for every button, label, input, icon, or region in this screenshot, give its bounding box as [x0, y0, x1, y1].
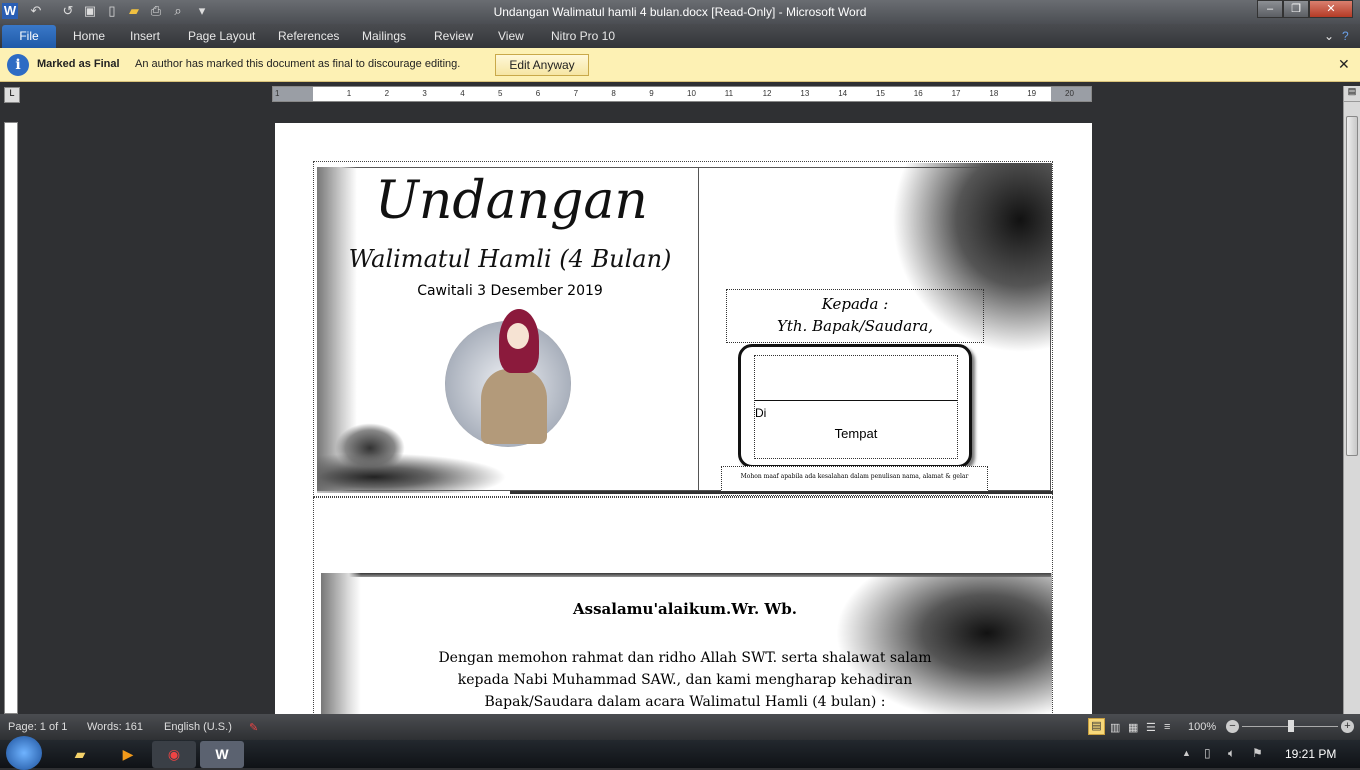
- view-ruler-icon[interactable]: ▤: [1344, 86, 1360, 102]
- ruler-number: 6: [535, 89, 541, 98]
- message-bar-text: An author has marked this document as fi…: [135, 58, 461, 70]
- ruler-number: 14: [838, 89, 848, 98]
- ruler-number: 13: [800, 89, 810, 98]
- language[interactable]: English (U.S.): [164, 721, 232, 733]
- window-title: Undangan Walimatul hamli 4 bulan.docx [R…: [493, 5, 867, 19]
- ruler-number: 18: [989, 89, 999, 98]
- ruler-number: 10: [687, 89, 696, 98]
- ribbon-expand-icon[interactable]: ⌄: [1324, 29, 1334, 43]
- tab-review[interactable]: Review: [434, 29, 473, 43]
- print-layout-icon[interactable]: ▤: [1088, 718, 1105, 735]
- explorer-icon[interactable]: ▰: [58, 741, 102, 768]
- tab-home[interactable]: Home: [73, 29, 105, 43]
- zoom-in-button[interactable]: +: [1341, 720, 1354, 733]
- to-name: Yth. Bapak/Saudara,: [776, 317, 934, 335]
- close-message-bar-icon[interactable]: ✕: [1338, 56, 1350, 73]
- volume-icon[interactable]: 🔈︎: [1228, 746, 1235, 761]
- ruler-number: 19: [1027, 89, 1037, 98]
- ruler-number: 20: [1065, 89, 1074, 98]
- ruler-number: 7: [573, 89, 579, 98]
- tab-references[interactable]: References: [278, 29, 339, 43]
- ruler-number: 1: [275, 89, 280, 98]
- maximize-button[interactable]: ❐: [1283, 0, 1309, 18]
- web-layout-icon[interactable]: ▦: [1128, 721, 1138, 734]
- zoom-out-button[interactable]: −: [1226, 720, 1239, 733]
- draft-icon[interactable]: ≡: [1164, 721, 1170, 733]
- ruler-number: 3: [422, 89, 427, 98]
- status-bar: Page: 1 of 1 Words: 161 English (U.S.) ✎…: [0, 714, 1360, 740]
- media-player-icon[interactable]: ▶: [106, 741, 150, 768]
- apology-text: Mohon maaf apabila ada kesalahan dalam p…: [740, 473, 969, 480]
- info-icon: i: [7, 54, 29, 76]
- show-hidden-icons[interactable]: ▲: [1182, 748, 1191, 758]
- ruler-number: 1: [346, 89, 352, 98]
- di-label: Di: [755, 406, 767, 420]
- zoom-slider-thumb[interactable]: [1288, 720, 1294, 732]
- document-page[interactable]: Undangan Walimatul Hamli (4 Bulan) Cawit…: [275, 123, 1092, 723]
- chrome-icon[interactable]: ◉: [152, 741, 196, 768]
- ruler-number: 16: [913, 89, 923, 98]
- word-taskbar-icon[interactable]: W: [200, 741, 244, 768]
- help-icon[interactable]: ?: [1342, 29, 1349, 43]
- tab-mailings[interactable]: Mailings: [362, 29, 406, 43]
- ruler-number: 4: [460, 89, 465, 98]
- action-center-flag-icon[interactable]: ⚑: [1252, 746, 1263, 760]
- tab-view[interactable]: View: [498, 29, 524, 43]
- vertical-scrollbar[interactable]: ▤: [1343, 86, 1360, 714]
- ruler-number: 8: [611, 89, 616, 98]
- ruler-number: 17: [951, 89, 961, 98]
- invitation-title: Undangan: [375, 171, 648, 231]
- address-box: Di Tempat: [738, 344, 972, 468]
- word-count[interactable]: Words: 161: [87, 721, 143, 733]
- tab-file[interactable]: File: [2, 25, 56, 48]
- ruler-number: 11: [724, 89, 734, 98]
- vertical-ruler[interactable]: [4, 122, 18, 714]
- start-button[interactable]: [6, 736, 42, 770]
- edit-anyway-button[interactable]: Edit Anyway: [495, 54, 589, 76]
- message-bar-title: Marked as Final: [37, 58, 120, 70]
- message-bar: i Marked as Final An author has marked t…: [0, 48, 1360, 82]
- ruler-number: 12: [762, 89, 772, 98]
- body-line: Dengan memohon rahmat dan ridho Allah SW…: [438, 650, 932, 666]
- tab-insert[interactable]: Insert: [130, 29, 160, 43]
- to-label: Kepada :: [821, 295, 889, 313]
- invitation-subtitle: Walimatul Hamli (4 Bulan): [348, 245, 672, 273]
- floral-ornament-left-2: [321, 573, 361, 723]
- tempat-label: Tempat: [834, 426, 878, 441]
- tab-page-layout[interactable]: Page Layout: [188, 29, 255, 43]
- scrollbar-thumb[interactable]: [1346, 116, 1358, 456]
- ruler-number: 15: [876, 89, 885, 98]
- minimize-button[interactable]: –: [1257, 0, 1283, 18]
- clock[interactable]: 19:21 PM: [1285, 747, 1336, 761]
- recipient-box: Kepada : Yth. Bapak/Saudara,: [726, 289, 984, 343]
- title-bar: W ↶ ↺ ▣ ▯ ▰ ⎙ ⌕ ▾ Undangan Walimatul ham…: [0, 0, 1360, 24]
- network-icon[interactable]: ▯: [1204, 746, 1211, 760]
- page-count[interactable]: Page: 1 of 1: [8, 721, 67, 733]
- ruler-number: 2: [384, 89, 390, 98]
- ribbon-tabs: File Home Insert Page Layout References …: [0, 24, 1360, 48]
- outline-icon[interactable]: ☰: [1146, 721, 1156, 734]
- ruler-number: 9: [649, 89, 654, 98]
- place-date: Cawitali 3 Desember 2019: [417, 283, 603, 299]
- body-text: Dengan memohon rahmat dan ridho Allah SW…: [375, 647, 995, 713]
- body-line: Bapak/Saudara dalam acara Walimatul Haml…: [484, 694, 886, 710]
- close-button[interactable]: ✕: [1309, 0, 1353, 18]
- ruler-number: 5: [498, 89, 503, 98]
- horizontal-ruler[interactable]: 1 1 2 3 4 5 6 7 8 9 10 11 12 13 14 15 16 17 18 19 20: [272, 86, 1092, 102]
- zoom-level[interactable]: 100%: [1188, 721, 1216, 733]
- pregnant-woman-illustration: [445, 309, 571, 447]
- body-line: kepada Nabi Muhammad SAW., dan kami meng…: [457, 672, 913, 688]
- proofing-icon[interactable]: ✎: [249, 721, 258, 734]
- tab-nitro-pro[interactable]: Nitro Pro 10: [551, 29, 615, 43]
- taskbar: ▰ ▶ ◉ W ▲ ▯ 🔈︎ ⚑ 19:21 PM: [0, 736, 1360, 770]
- full-screen-reading-icon[interactable]: ▥: [1110, 721, 1120, 734]
- tab-selector[interactable]: L: [4, 87, 20, 103]
- greeting: Assalamu'alaikum.Wr. Wb.: [573, 600, 797, 618]
